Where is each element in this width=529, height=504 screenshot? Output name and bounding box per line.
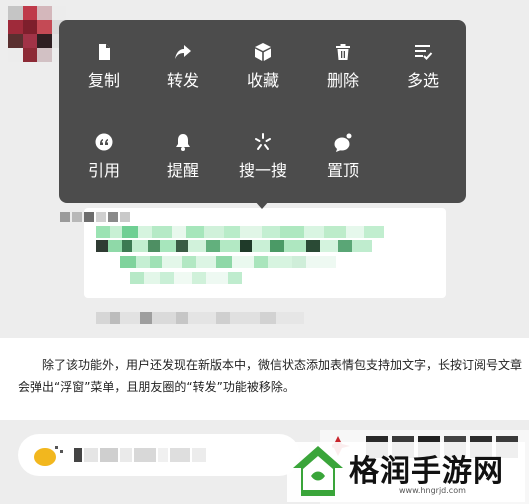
pixelated-message-bubble xyxy=(84,208,446,298)
bell-icon xyxy=(176,134,190,151)
long-press-context-menu: 复制 转发 收藏 删除 多选 引用 提醒 搜一搜 置顶 xyxy=(59,20,466,203)
menu-item-label: 收藏 xyxy=(246,71,279,90)
trash-icon xyxy=(336,44,350,60)
article-paragraph: 除了该功能外，用户还发现在新版本中，微信状态添加表情包支持加文字，长按订阅号文章… xyxy=(18,358,523,394)
menu-item-search[interactable]: 搜一搜 xyxy=(224,132,302,192)
menu-item-label: 删除 xyxy=(326,71,359,90)
menu-item-label: 多选 xyxy=(406,71,439,90)
menu-item-label: 引用 xyxy=(87,161,120,180)
pixelated-text-line xyxy=(96,312,304,324)
menu-item-label: 转发 xyxy=(166,71,199,90)
menu-item-label: 提醒 xyxy=(166,161,199,180)
pixelated-message-row xyxy=(60,212,130,222)
menu-item-quote[interactable]: 引用 xyxy=(65,132,143,192)
watermark-url: www.hngrjd.com xyxy=(399,486,466,495)
favorite-box-icon xyxy=(255,43,271,61)
multi-select-icon xyxy=(415,45,433,60)
context-menu-pointer xyxy=(254,200,270,209)
status-moon-icon xyxy=(34,446,63,466)
menu-item-delete[interactable]: 删除 xyxy=(304,42,382,102)
watermark-title: 格润手游网 xyxy=(349,454,504,489)
pixelated-text-line xyxy=(120,256,336,268)
forward-icon xyxy=(175,45,191,59)
pixelated-text-line xyxy=(96,226,384,238)
pixelated-text-line xyxy=(96,240,372,252)
status-bubble xyxy=(18,434,300,476)
sparkle-search-icon xyxy=(255,133,271,150)
quote-icon xyxy=(95,133,113,151)
menu-item-label: 复制 xyxy=(87,71,120,90)
menu-item-multi-select[interactable]: 多选 xyxy=(384,42,462,102)
chat-screenshot-panel: 复制 转发 收藏 删除 多选 引用 提醒 搜一搜 置顶 xyxy=(0,0,529,338)
menu-item-forward[interactable]: 转发 xyxy=(144,42,222,102)
site-watermark: 格润手游网 www.hngrjd.com xyxy=(287,442,525,502)
menu-item-label: 置顶 xyxy=(326,161,359,180)
pixelated-avatar xyxy=(8,6,66,62)
house-logo-icon xyxy=(293,446,343,496)
copy-icon xyxy=(99,44,110,60)
menu-item-favorite[interactable]: 收藏 xyxy=(224,42,302,102)
menu-item-copy[interactable]: 复制 xyxy=(65,42,143,102)
pixelated-status-text xyxy=(74,448,206,462)
menu-item-remind[interactable]: 提醒 xyxy=(144,132,222,192)
menu-item-label: 搜一搜 xyxy=(238,161,287,180)
menu-item-pin-top[interactable]: 置顶 xyxy=(304,132,382,192)
pin-top-icon xyxy=(334,133,352,152)
status-screenshot-panel: 格润手游网 www.hngrjd.com xyxy=(0,420,529,504)
pixelated-text-line xyxy=(130,272,242,284)
